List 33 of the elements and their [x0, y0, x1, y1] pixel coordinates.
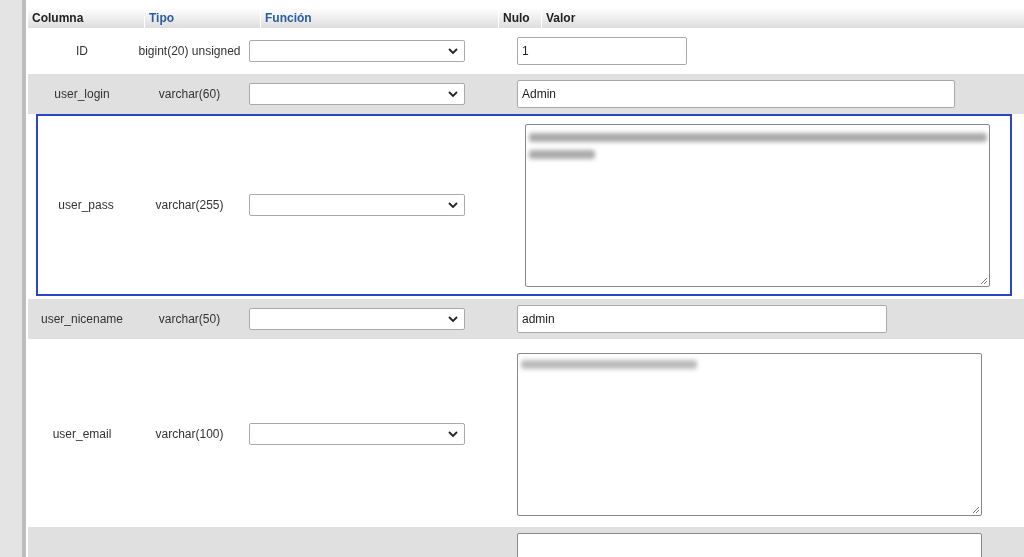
column-header: Columna [28, 8, 145, 28]
function-dropdown[interactable] [249, 40, 465, 62]
value-input[interactable]: Admin [517, 80, 955, 108]
column-name: user_pass [58, 198, 114, 212]
column-name: user_email [52, 427, 112, 441]
column-type: varchar(255) [155, 198, 224, 212]
column-type: varchar(50) [158, 312, 221, 326]
value-input[interactable]: 1 [517, 37, 687, 65]
column-header: Tipo [145, 8, 261, 28]
value-textarea[interactable] [525, 123, 990, 287]
function-dropdown[interactable] [249, 83, 465, 105]
blurred-text [529, 149, 595, 159]
chevron-down-icon [448, 431, 458, 438]
column-header: Nulo [499, 8, 542, 28]
value-input[interactable]: admin [517, 305, 887, 333]
column-header: Función [261, 8, 499, 28]
column-header: Valor [545, 10, 577, 27]
resize-grip-icon[interactable] [980, 276, 988, 285]
column-type: varchar(60) [158, 87, 221, 101]
chevron-down-icon [448, 316, 458, 323]
function-dropdown[interactable] [249, 423, 465, 445]
column-type: bigint(20) unsigned [138, 44, 241, 58]
chevron-down-icon [448, 48, 458, 55]
value-textarea[interactable] [517, 352, 982, 516]
function-dropdown[interactable] [249, 194, 465, 216]
column-name: user_login [54, 87, 110, 101]
column-name: ID [76, 44, 88, 58]
chevron-down-icon [448, 202, 458, 209]
resize-grip-icon[interactable] [972, 505, 980, 514]
column-name: user_nicename [40, 312, 124, 326]
chevron-down-icon [448, 91, 458, 98]
function-dropdown[interactable] [249, 308, 465, 330]
column-type: varchar(100) [155, 427, 224, 441]
